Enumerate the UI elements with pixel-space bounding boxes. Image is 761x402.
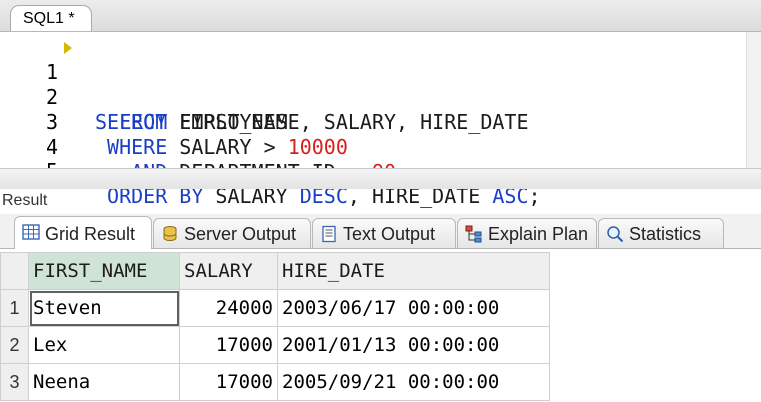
grid-header-row: FIRST_NAME SALARY HIRE_DATE [0,252,550,290]
cell-first-name[interactable]: Lex [28,326,180,364]
row-number[interactable]: 2 [0,326,29,364]
cell-hire-date[interactable]: 2001/01/13 00:00:00 [277,326,550,364]
code-line: 3 WHERE SALARY > 10000 [0,85,761,159]
tab-label: Server Output [184,224,297,244]
cell-salary[interactable]: 24000 [179,289,278,327]
editor-scrollbar[interactable] [746,32,761,168]
code-line: 2 FROM EMPLOYEES [0,60,761,134]
grid-corner[interactable] [0,252,29,290]
tab-grid-result[interactable]: Grid Result [14,216,152,249]
tab-server-output[interactable]: Server Output [153,218,311,248]
table-row[interactable]: 1 Steven 24000 2003/06/17 00:00:00 [0,289,550,327]
grid-icon [22,224,40,240]
cell-first-name[interactable]: Neena [28,363,180,401]
table-row[interactable]: 3 Neena 17000 2005/09/21 00:00:00 [0,363,550,401]
column-header-first-name[interactable]: FIRST_NAME [28,252,180,290]
tab-label: Grid Result [45,224,136,244]
tab-text-output[interactable]: Text Output [312,218,456,248]
code-line: 5 ORDER BY SALARY DESC, HIRE_DATE ASC; [0,134,761,208]
cell-first-name[interactable]: Steven [28,289,180,327]
cell-salary[interactable]: 17000 [179,363,278,401]
tab-label: Text Output [343,224,436,244]
panel-splitter[interactable] [0,168,761,189]
tab-explain-plan[interactable]: Explain Plan [457,218,597,248]
result-grid[interactable]: FIRST_NAME SALARY HIRE_DATE 1 Steven 240… [0,252,550,401]
cell-hire-date[interactable]: 2003/06/17 00:00:00 [277,289,550,327]
table-row[interactable]: 2 Lex 17000 2001/01/13 00:00:00 [0,326,550,364]
column-header-hire-date[interactable]: HIRE_DATE [277,252,550,290]
tab-label: Explain Plan [488,224,589,244]
cell-hire-date[interactable]: 2005/09/21 00:00:00 [277,363,550,401]
column-header-salary[interactable]: SALARY [179,252,278,290]
database-icon [163,226,177,242]
magnifier-sql-icon [607,226,624,243]
code-line: 4 AND DEPARTMENT_ID = 90 [0,110,761,184]
editor-tab-strip: SQL1 * [0,0,761,32]
sql-editor[interactable]: 1 SELECT FIRST_NAME, SALARY, HIRE_DATE 2… [0,32,761,208]
current-line-marker-icon [64,42,72,54]
cell-salary[interactable]: 17000 [179,326,278,364]
result-tab-bar: Grid Result Server Output Text Output Ex… [0,214,761,249]
tab-sql1[interactable]: SQL1 * [10,5,92,31]
tab-statistics[interactable]: Statistics [598,218,724,248]
text-icon [322,225,336,243]
row-number[interactable]: 3 [0,363,29,401]
code-line: 1 SELECT FIRST_NAME, SALARY, HIRE_DATE [0,35,761,134]
tree-icon [465,225,482,243]
tab-label: Statistics [629,224,702,244]
result-panel-title: Result [2,192,48,209]
row-number[interactable]: 1 [0,289,29,327]
